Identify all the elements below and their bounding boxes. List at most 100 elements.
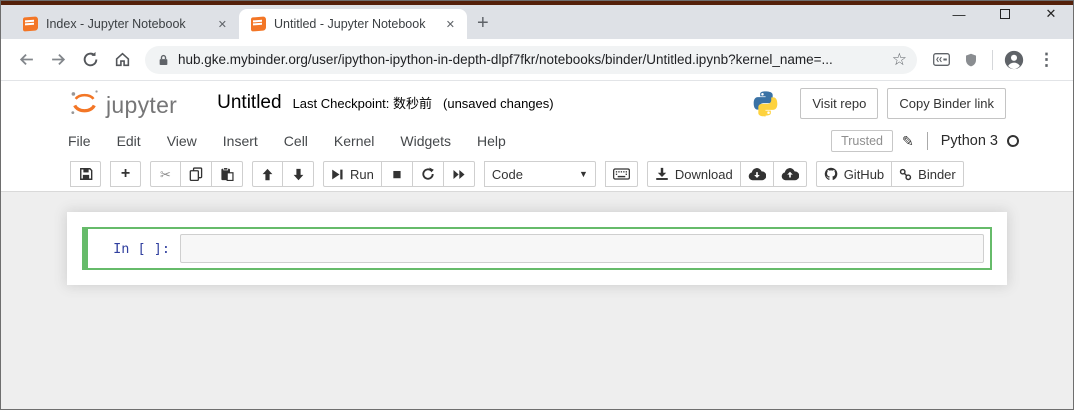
tab-title: Untitled - Jupyter Notebook [274, 17, 426, 31]
menu-bar: File Edit View Insert Cell Kernel Widget… [1, 125, 1073, 157]
download-icon [656, 167, 668, 180]
cut-icon: ✂ [160, 166, 171, 182]
kernel-indicator-icon [1007, 135, 1019, 147]
binder-button[interactable]: Binder [892, 161, 964, 187]
back-arrow-icon [19, 53, 33, 66]
checkpoint-status: Last Checkpoint: 数秒前 [292, 96, 433, 111]
cell-type-select[interactable]: Code ▼ [483, 161, 596, 187]
browser-menu-kebab-icon[interactable]: ⋮ [1030, 50, 1063, 70]
cloud-upload-button[interactable] [773, 161, 807, 187]
cut-cell-button[interactable]: ✂ [150, 161, 181, 187]
move-cell-up-button[interactable] [252, 161, 283, 187]
forward-arrow-icon [51, 53, 65, 66]
kernel-name-label: Python 3 [940, 133, 998, 149]
menu-file[interactable]: File [55, 133, 104, 149]
profile-avatar[interactable] [1000, 46, 1028, 74]
unsaved-changes-label: (unsaved changes) [443, 96, 554, 111]
new-tab-button[interactable]: + [467, 12, 499, 39]
tab-title: Index - Jupyter Notebook [46, 17, 186, 31]
menu-cell[interactable]: Cell [271, 133, 321, 149]
menu-edit[interactable]: Edit [104, 133, 154, 149]
notebook-header: jupyter Untitled Last Checkpoint: 数秒前 (u… [1, 81, 1073, 192]
restart-icon [422, 167, 434, 180]
code-cell-selected[interactable]: In [ ]: [82, 227, 992, 270]
jupyter-favicon-icon [251, 16, 266, 32]
notebook-title[interactable]: Untitled [217, 92, 281, 114]
run-icon [332, 169, 343, 179]
save-icon [79, 168, 92, 180]
github-icon [824, 167, 838, 180]
menu-view[interactable]: View [154, 133, 210, 149]
stop-icon: ■ [392, 165, 402, 183]
tab-untitled[interactable]: Untitled - Jupyter Notebook ✕ [239, 9, 467, 39]
trusted-badge[interactable]: Trusted [831, 130, 894, 152]
tab-index[interactable]: Index - Jupyter Notebook ✕ [11, 9, 239, 39]
github-button[interactable]: GitHub [815, 161, 893, 187]
restart-run-all-button[interactable] [443, 161, 475, 187]
menu-insert[interactable]: Insert [210, 133, 271, 149]
copy-icon [189, 167, 203, 181]
copy-cell-button[interactable] [181, 161, 212, 187]
interrupt-kernel-button[interactable]: ■ [381, 161, 413, 187]
visit-repo-button[interactable]: Visit repo [800, 87, 879, 119]
cloud-download-icon [748, 167, 766, 180]
tab-close-icon[interactable]: ✕ [442, 16, 459, 33]
browser-window: Index - Jupyter Notebook ✕ Untitled - Ju… [0, 0, 1074, 410]
maximize-button[interactable] [997, 7, 1013, 22]
notebook-body: In [ ]: [1, 192, 1073, 409]
home-icon [115, 52, 129, 67]
keyboard-icon [612, 168, 630, 180]
tab-strip: Index - Jupyter Notebook ✕ Untitled - Ju… [1, 5, 1073, 39]
run-cell-button[interactable]: Run [323, 161, 382, 187]
tab-close-icon[interactable]: ✕ [214, 16, 231, 33]
jupyter-logo-icon [71, 90, 98, 115]
download-button[interactable]: Download [646, 161, 741, 187]
code-input-area[interactable] [180, 234, 984, 263]
jupyter-logo-text: jupyter [106, 92, 178, 118]
command-palette-button[interactable] [604, 161, 638, 187]
chevron-down-icon: ▼ [578, 169, 588, 179]
minimize-button[interactable]: — [951, 7, 967, 22]
window-controls: — ✕ [951, 6, 1059, 22]
pencil-icon[interactable]: ✎ [902, 133, 914, 150]
python-logo-icon [754, 90, 778, 116]
menu-widgets[interactable]: Widgets [387, 133, 464, 149]
reload-icon [83, 51, 97, 67]
home-button[interactable] [107, 45, 137, 75]
arrow-down-icon [293, 168, 303, 180]
move-cell-down-button[interactable] [283, 161, 314, 187]
lock-icon [159, 54, 168, 65]
cloud-download-button[interactable] [740, 161, 774, 187]
menu-help[interactable]: Help [464, 133, 519, 149]
notebook-toolbar: + ✂ Run ■ Code ▼ Download GitHub Binder [1, 157, 1073, 191]
forward-button[interactable] [43, 45, 73, 75]
restart-kernel-button[interactable] [412, 161, 444, 187]
arrow-up-icon [262, 168, 273, 180]
reload-button[interactable] [75, 45, 105, 75]
menu-kernel[interactable]: Kernel [321, 133, 387, 149]
close-window-button[interactable]: ✕ [1043, 6, 1059, 22]
download-label: Download [674, 166, 733, 182]
jupyter-favicon-icon [23, 16, 38, 32]
paste-icon [221, 167, 234, 181]
add-cell-button[interactable]: + [110, 161, 141, 187]
cloud-upload-icon [781, 167, 799, 180]
github-label: GitHub [843, 166, 885, 182]
jupyter-logo[interactable]: jupyter [68, 87, 177, 119]
copy-binder-link-button[interactable]: Copy Binder link [887, 87, 1006, 119]
paste-cell-button[interactable] [212, 161, 243, 187]
address-bar[interactable]: hub.gke.mybinder.org/user/ipython-ipytho… [145, 45, 917, 74]
back-button[interactable] [11, 45, 41, 75]
plus-icon: + [120, 165, 131, 182]
cast-extension-icon[interactable] [927, 46, 955, 74]
url-text[interactable]: hub.gke.mybinder.org/user/ipython-ipytho… [178, 52, 883, 67]
binder-link-icon [899, 168, 912, 180]
input-prompt: In [ ]: [113, 240, 170, 257]
fast-forward-icon [453, 169, 465, 179]
binder-label: Binder [918, 166, 956, 182]
shield-extension-icon[interactable] [957, 46, 985, 74]
browser-toolbar: hub.gke.mybinder.org/user/ipython-ipytho… [1, 39, 1073, 81]
kernel-divider [926, 132, 928, 150]
bookmark-star-icon[interactable]: ☆ [892, 51, 907, 68]
save-button[interactable] [70, 161, 101, 187]
